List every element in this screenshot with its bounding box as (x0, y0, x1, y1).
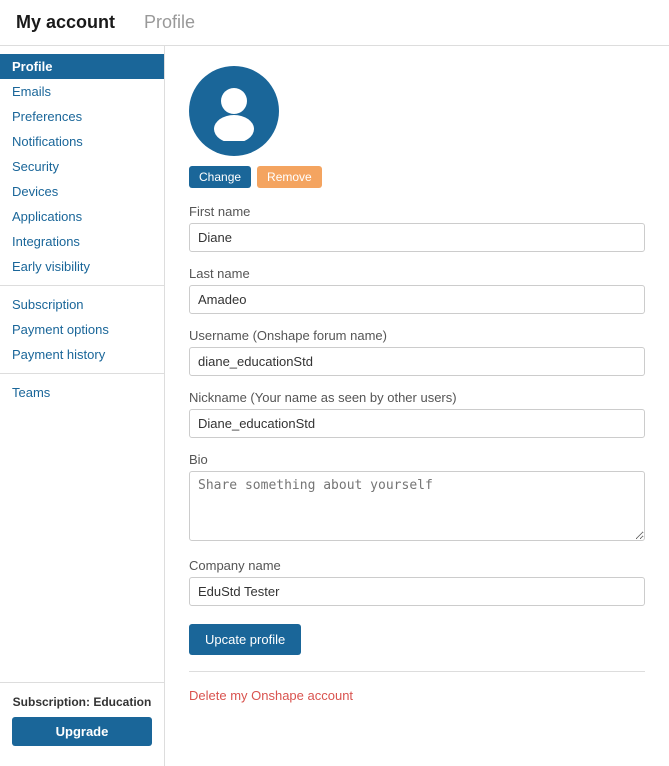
remove-avatar-button[interactable]: Remove (257, 166, 322, 188)
change-avatar-button[interactable]: Change (189, 166, 251, 188)
sidebar-divider-1 (0, 285, 164, 286)
last-name-label: Last name (189, 266, 645, 281)
update-profile-button[interactable]: Upcate profile (189, 624, 301, 655)
last-name-input[interactable] (189, 285, 645, 314)
username-label: Username (Onshape forum name) (189, 328, 645, 343)
main-layout: Profile Emails Preferences Notifications… (0, 46, 669, 766)
content-divider (189, 671, 645, 672)
first-name-group: First name (189, 204, 645, 252)
nickname-input[interactable] (189, 409, 645, 438)
company-label: Company name (189, 558, 645, 573)
first-name-label: First name (189, 204, 645, 219)
subscription-label: Subscription: Education (12, 695, 152, 709)
sidebar-item-integrations[interactable]: Integrations (0, 229, 164, 254)
sidebar-item-security[interactable]: Security (0, 154, 164, 179)
bio-label: Bio (189, 452, 645, 467)
main-content: Change Remove First name Last name Usern… (165, 46, 669, 766)
avatar (189, 66, 279, 156)
avatar-section: Change Remove (189, 66, 645, 188)
bio-group: Bio (189, 452, 645, 544)
avatar-buttons: Change Remove (189, 166, 645, 188)
username-group: Username (Onshape forum name) (189, 328, 645, 376)
first-name-input[interactable] (189, 223, 645, 252)
upgrade-button[interactable]: Upgrade (12, 717, 152, 746)
nickname-label: Nickname (Your name as seen by other use… (189, 390, 645, 405)
sidebar-item-notifications[interactable]: Notifications (0, 129, 164, 154)
last-name-group: Last name (189, 266, 645, 314)
sidebar: Profile Emails Preferences Notifications… (0, 46, 165, 766)
sidebar-item-teams[interactable]: Teams (0, 380, 164, 405)
sidebar-item-devices[interactable]: Devices (0, 179, 164, 204)
page-main-title: My account (16, 12, 115, 33)
sidebar-item-early-visibility[interactable]: Early visibility (0, 254, 164, 279)
sidebar-item-applications[interactable]: Applications (0, 204, 164, 229)
sidebar-item-subscription[interactable]: Subscription (0, 292, 164, 317)
header-separator (127, 12, 132, 33)
company-group: Company name (189, 558, 645, 606)
page-header: My account Profile (0, 0, 669, 46)
sidebar-item-payment-options[interactable]: Payment options (0, 317, 164, 342)
sidebar-item-emails[interactable]: Emails (0, 79, 164, 104)
sidebar-divider-2 (0, 373, 164, 374)
company-input[interactable] (189, 577, 645, 606)
sidebar-item-profile[interactable]: Profile (0, 54, 164, 79)
bio-textarea[interactable] (189, 471, 645, 541)
page-subtitle: Profile (144, 12, 195, 33)
avatar-icon (204, 81, 264, 141)
sidebar-item-preferences[interactable]: Preferences (0, 104, 164, 129)
nickname-group: Nickname (Your name as seen by other use… (189, 390, 645, 438)
username-input[interactable] (189, 347, 645, 376)
sidebar-item-payment-history[interactable]: Payment history (0, 342, 164, 367)
sidebar-bottom: Subscription: Education Upgrade (0, 682, 164, 758)
delete-account-link[interactable]: Delete my Onshape account (189, 688, 353, 703)
